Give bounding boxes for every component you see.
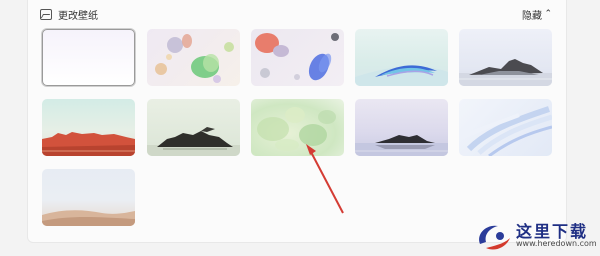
hide-button[interactable]: 隐藏: [522, 7, 542, 22]
wallpaper-thumb-blue-wave[interactable]: [355, 29, 448, 86]
wallpaper-section-header: 更改壁纸 隐藏 ⌃: [40, 7, 552, 23]
wallpaper-thumb-blank[interactable]: [42, 29, 135, 86]
wallpaper-thumb-red-cliffs[interactable]: [42, 99, 135, 156]
wallpaper-thumb-sand-dunes[interactable]: [42, 169, 135, 226]
chevron-up-icon[interactable]: ⌃: [544, 9, 552, 19]
wallpaper-thumb-dark-island[interactable]: [147, 99, 240, 156]
wallpaper-thumb-green-flower[interactable]: [251, 99, 344, 156]
image-icon: [40, 9, 52, 20]
wallpaper-thumb-glass-shapes[interactable]: [251, 29, 344, 86]
wallpaper-thumb-lake-rock[interactable]: [355, 99, 448, 156]
wallpaper-thumb-rock-island[interactable]: [459, 29, 552, 86]
wallpaper-thumb-blue-swirl[interactable]: [459, 99, 552, 156]
watermark-url: www.heredown.com: [516, 239, 597, 248]
watermark-logo: [479, 225, 510, 250]
wallpaper-thumb-pastel-shapes[interactable]: [147, 29, 240, 86]
watermark: 这里下载 www.heredown.com: [468, 214, 600, 256]
section-title: 更改壁纸: [58, 11, 98, 22]
